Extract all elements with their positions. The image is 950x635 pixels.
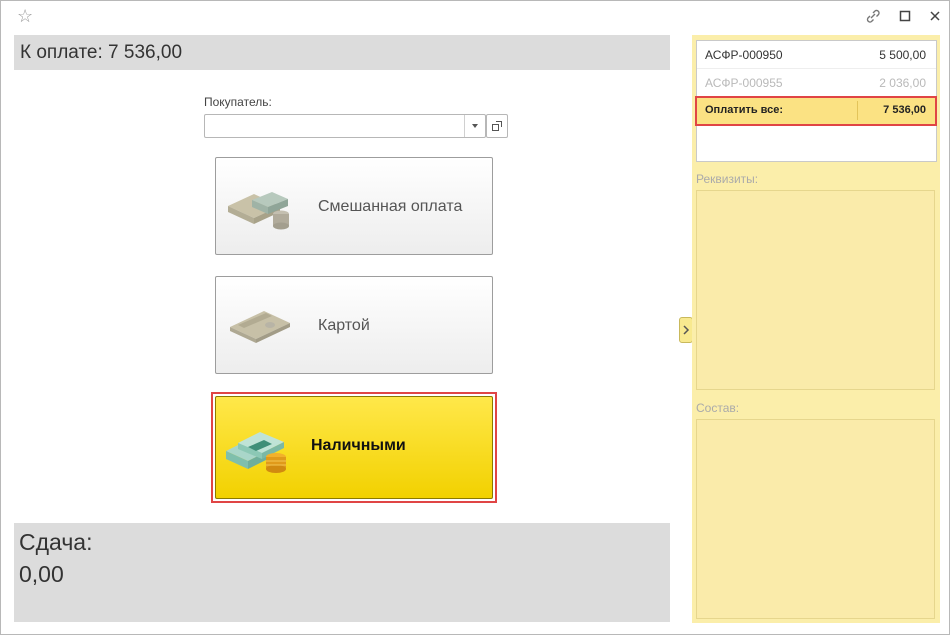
amount-due-bar: К оплате: 7 536,00 xyxy=(14,35,670,70)
requisites-label: Реквизиты: xyxy=(696,172,759,186)
close-icon[interactable] xyxy=(927,8,943,24)
amount-due-text: К оплате: 7 536,00 xyxy=(20,42,183,63)
mixed-payment-button[interactable]: Смешанная оплата xyxy=(215,157,493,255)
buyer-input[interactable] xyxy=(204,114,486,138)
maximize-icon[interactable] xyxy=(897,8,913,24)
collapse-panel-button[interactable] xyxy=(679,317,693,343)
requisites-panel xyxy=(696,190,935,390)
document-amount: 2 036,00 xyxy=(879,76,926,90)
change-panel: Сдача: 0,00 xyxy=(14,523,670,622)
pay-all-highlight-frame xyxy=(695,96,937,126)
list-item[interactable]: АСФР-000950 5 500,00 xyxy=(697,41,936,69)
mixed-payment-icon xyxy=(228,192,289,230)
change-label: Сдача: xyxy=(19,529,93,555)
composition-panel xyxy=(696,419,935,619)
card-payment-button[interactable]: Картой xyxy=(215,276,493,374)
list-item[interactable]: АСФР-000955 2 036,00 xyxy=(697,69,936,97)
credit-card-icon xyxy=(230,311,290,343)
document-name: АСФР-000955 xyxy=(705,76,783,90)
open-form-icon[interactable] xyxy=(486,114,508,138)
title-bar: ☆ xyxy=(1,1,949,31)
chevron-down-icon[interactable] xyxy=(464,115,485,137)
change-value: 0,00 xyxy=(19,561,64,587)
document-amount: 5 500,00 xyxy=(879,48,926,62)
star-icon[interactable]: ☆ xyxy=(17,7,35,25)
document-name: АСФР-000950 xyxy=(705,48,783,62)
payment-window: ☆ К оплате: 7 536,00 Покупатель: Смешанн… xyxy=(0,0,950,635)
mixed-payment-label: Смешанная оплата xyxy=(318,198,463,215)
buyer-label: Покупатель: xyxy=(204,95,272,109)
card-payment-label: Картой xyxy=(318,317,370,334)
chevron-right-icon xyxy=(683,325,690,335)
link-icon[interactable] xyxy=(865,8,881,24)
cash-highlight-frame xyxy=(211,392,497,503)
composition-label: Состав: xyxy=(696,401,740,415)
